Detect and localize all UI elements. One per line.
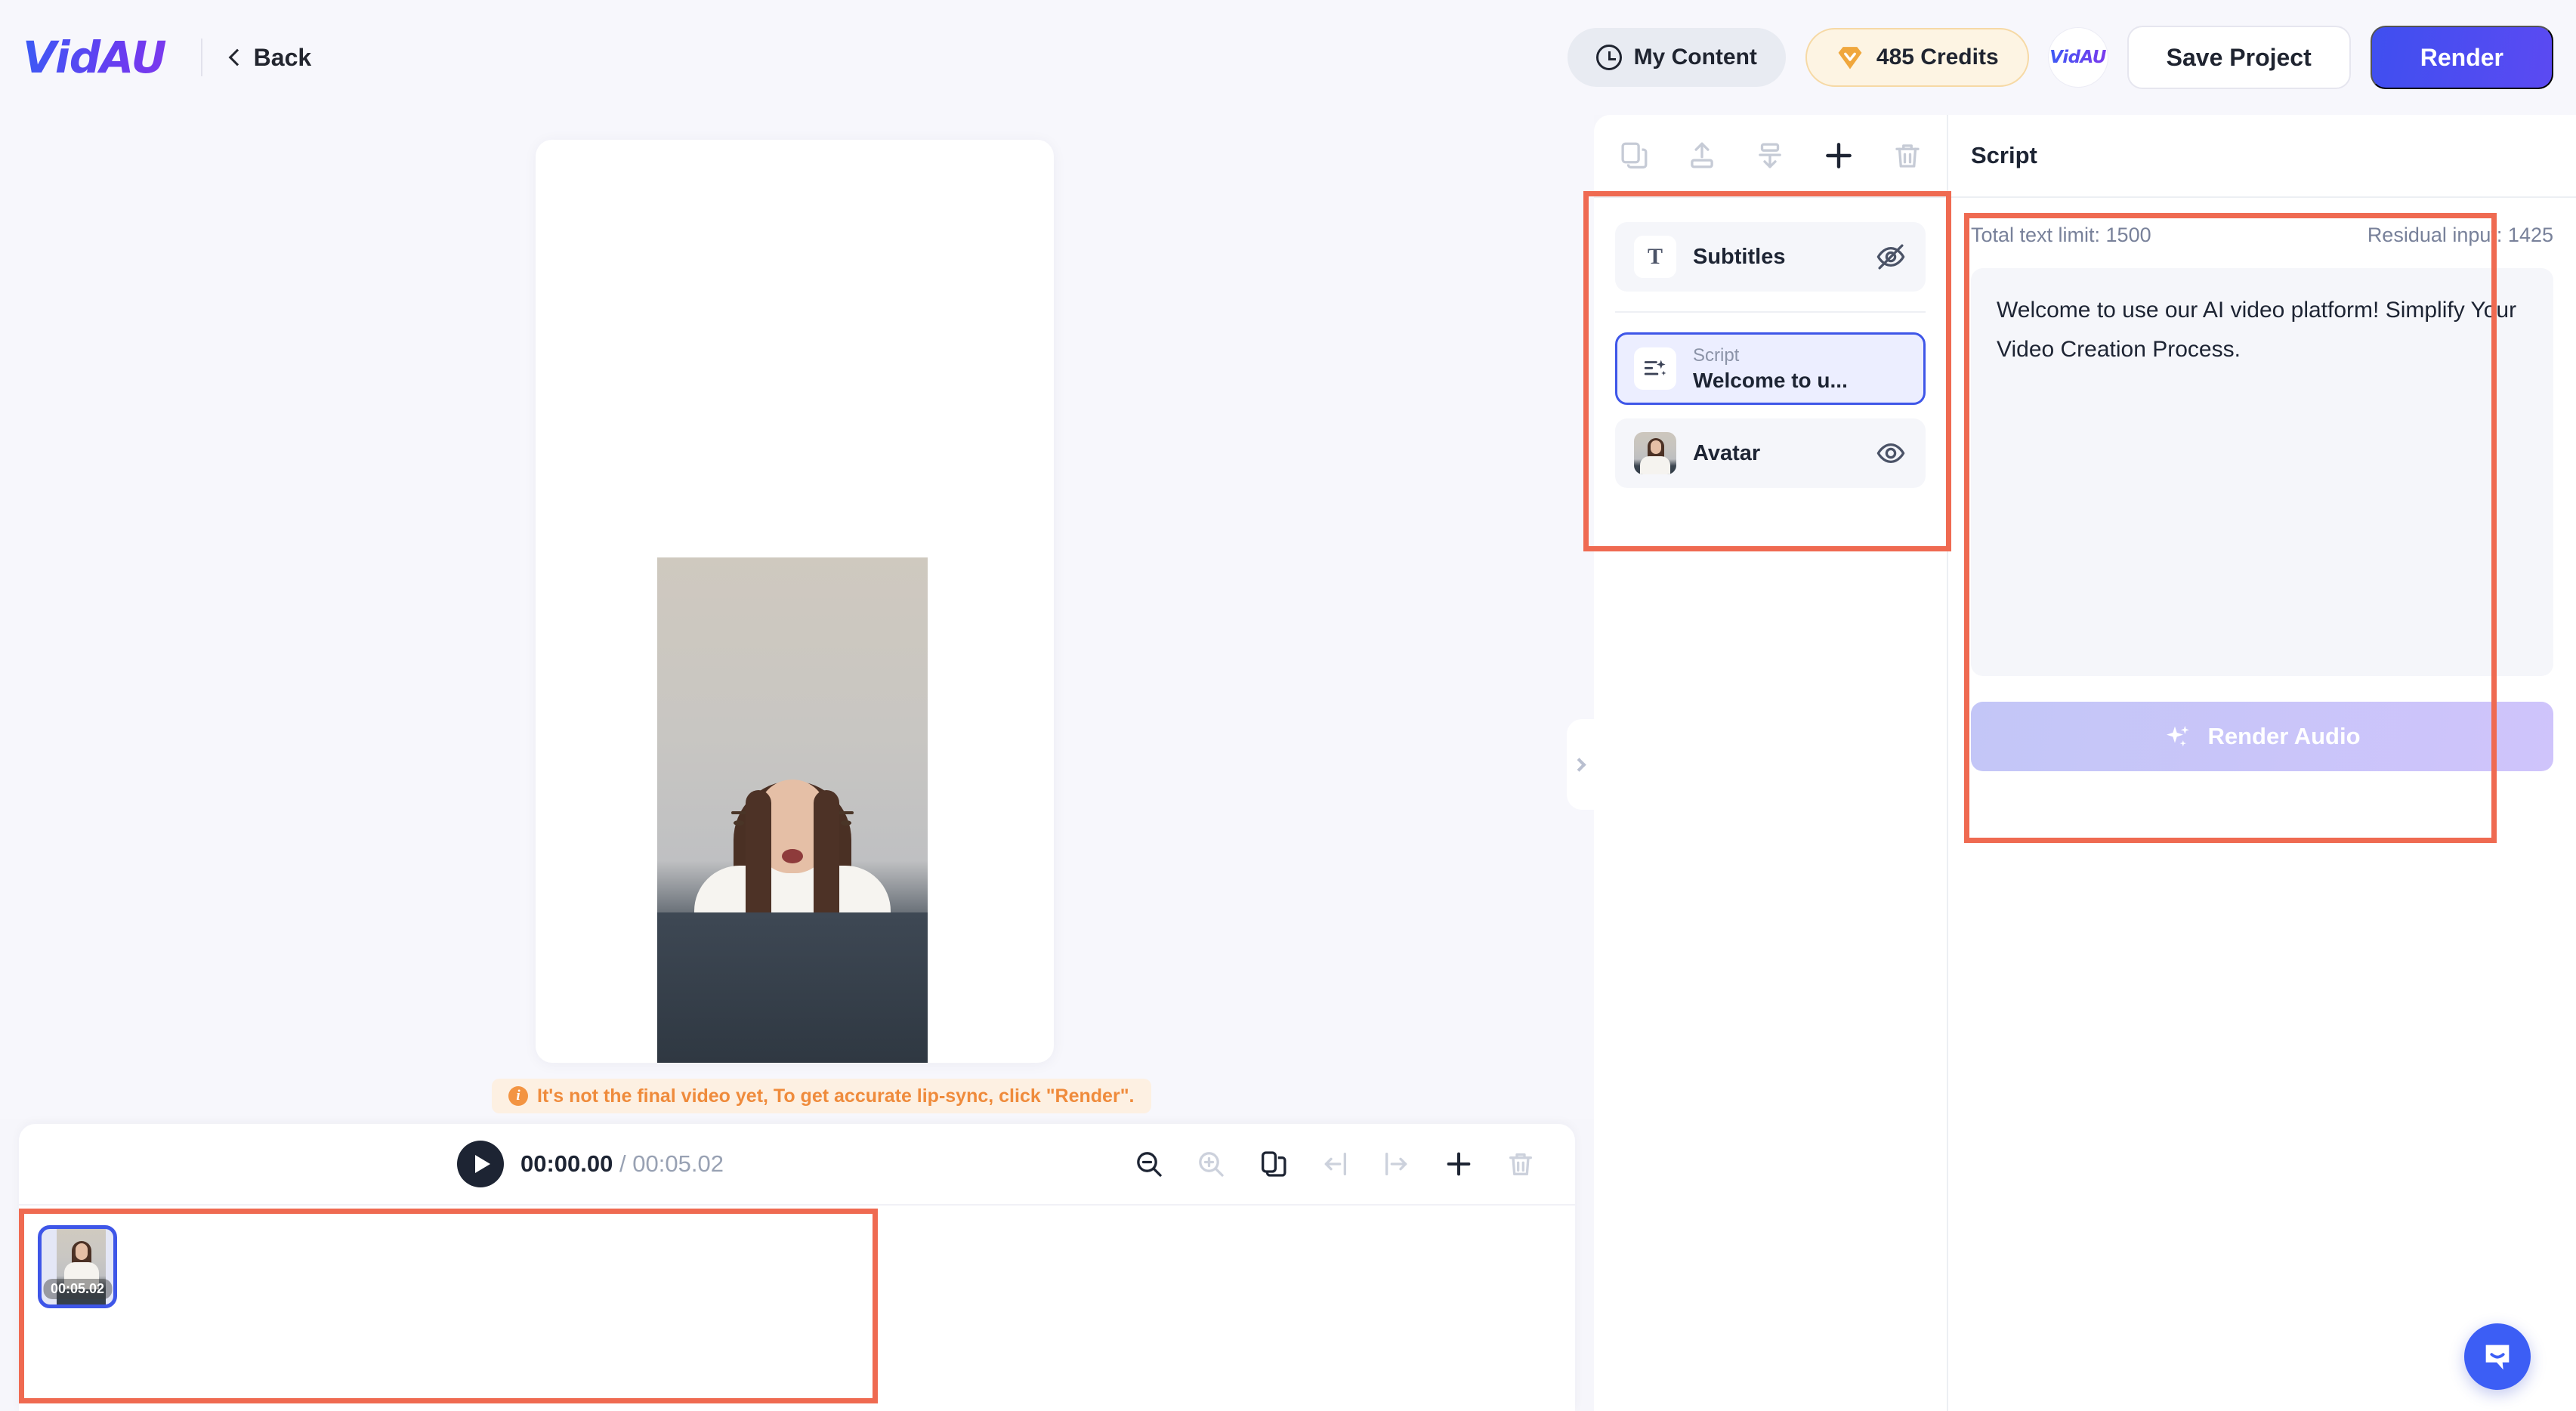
clip-duration-badge: 00:05.02 — [42, 1279, 113, 1299]
clock-icon — [1595, 45, 1622, 70]
back-button-label: Back — [253, 43, 312, 71]
layer-name-avatar: Avatar — [1693, 440, 1761, 465]
chat-support-button[interactable] — [2464, 1323, 2531, 1390]
script-sparkle-icon — [1634, 347, 1676, 390]
collapse-panel-handle[interactable] — [1567, 719, 1594, 810]
avatar-desk — [657, 912, 928, 1063]
text-T-icon: T — [1634, 236, 1676, 278]
avatar-brow-right — [839, 810, 854, 814]
gem-icon — [1838, 47, 1862, 69]
script-panel: Script Total text limit: 1500 Residual i… — [1947, 115, 2576, 1411]
header-actions: My Content 485 Credits VidAU Save Projec… — [1567, 26, 2553, 89]
current-time: 00:00.00 — [520, 1150, 613, 1177]
timeline-clip[interactable]: 00:05.02 — [38, 1225, 117, 1308]
split-clip-icon[interactable] — [1258, 1149, 1288, 1179]
thumb-face — [1651, 440, 1661, 454]
layer-name-script: Welcome to u... — [1693, 368, 1848, 392]
duplicate-icon[interactable] — [1618, 140, 1650, 171]
add-layer-icon[interactable] — [1822, 139, 1855, 172]
script-panel-title: Script — [1971, 142, 2037, 168]
lipsync-warning-banner: i It's not the final video yet, To get a… — [492, 1079, 1151, 1113]
layer-item-avatar[interactable]: Avatar — [1615, 418, 1926, 488]
timeline-panel: 00:00.00 / 00:05.02 00:05.02 — [19, 1124, 1575, 1411]
avatar-mouth — [782, 848, 803, 863]
save-project-button[interactable]: Save Project — [2127, 26, 2351, 89]
bring-to-front-icon[interactable] — [1686, 140, 1718, 171]
credits-label: 485 Credits — [1876, 45, 1999, 69]
play-button[interactable] — [457, 1141, 504, 1187]
eye-off-icon[interactable] — [1875, 241, 1907, 273]
my-content-button[interactable]: My Content — [1567, 28, 1786, 87]
layer-item-subtitles[interactable]: T Subtitles — [1615, 222, 1926, 292]
timeline-tools — [1134, 1149, 1536, 1179]
residual-input-label: Residual input: 1425 — [2367, 224, 2553, 246]
layers-divider — [1615, 311, 1926, 313]
timecode-display: 00:00.00 / 00:05.02 — [520, 1150, 724, 1178]
avatar-thumbnail — [1634, 432, 1676, 474]
render-audio-label: Render Audio — [2207, 723, 2361, 749]
layer-text-block: Script Welcome to u... — [1693, 344, 1907, 394]
header-divider — [200, 39, 202, 76]
avatar-brow-left — [731, 810, 746, 814]
total-time: 00:05.02 — [632, 1150, 724, 1177]
script-input[interactable]: Welcome to use our AI video platform! Si… — [1971, 268, 2553, 676]
app-logo[interactable]: VidAU — [23, 36, 167, 79]
trim-left-icon[interactable] — [1320, 1149, 1350, 1179]
info-circle-icon: i — [508, 1086, 528, 1106]
canvas-workspace: i It's not the final video yet, To get a… — [0, 115, 1594, 1119]
timeline-tracks[interactable]: 00:05.02 — [19, 1206, 1575, 1411]
chat-bubble-icon — [2485, 1345, 2510, 1370]
layers-list: T Subtitles Script Welcome to u... Avata… — [1594, 198, 1947, 488]
trim-right-icon[interactable] — [1382, 1149, 1412, 1179]
credits-badge[interactable]: 485 Credits — [1805, 28, 2029, 87]
time-separator: / — [619, 1150, 626, 1177]
avatar-eye-right — [841, 820, 851, 826]
lipsync-warning-text: It's not the final video yet, To get acc… — [537, 1085, 1135, 1107]
layers-panel: T Subtitles Script Welcome to u... Avata… — [1594, 115, 1947, 1411]
brand-badge-button[interactable]: VidAU — [2048, 28, 2108, 87]
layer-name-subtitles: Subtitles — [1693, 244, 1786, 269]
layers-toolbar — [1594, 115, 1947, 198]
thumb-shirt — [1640, 456, 1670, 474]
play-icon — [474, 1155, 490, 1173]
send-to-back-icon[interactable] — [1754, 140, 1786, 171]
timeline-toolbar: 00:00.00 / 00:05.02 — [19, 1124, 1575, 1206]
delete-layer-icon[interactable] — [1892, 140, 1923, 171]
layer-kind-script: Script — [1693, 344, 1740, 366]
script-panel-body: Total text limit: 1500 Residual input: 1… — [1948, 198, 2576, 771]
clip-avatar-face — [76, 1243, 88, 1260]
layer-item-script[interactable]: Script Welcome to u... — [1615, 332, 1926, 405]
right-sidebar: T Subtitles Script Welcome to u... Avata… — [1567, 115, 2576, 1411]
eye-icon[interactable] — [1875, 437, 1907, 469]
brand-badge-label: VidAU — [2049, 48, 2106, 67]
top-header-bar: VidAU Back My Content 485 Credits VidAU … — [0, 0, 2576, 115]
video-canvas[interactable] — [536, 140, 1054, 1063]
back-button[interactable]: Back — [228, 43, 312, 72]
add-clip-icon[interactable] — [1444, 1149, 1474, 1179]
my-content-label: My Content — [1633, 45, 1757, 69]
script-panel-header: Script — [1948, 115, 2576, 198]
script-limits-row: Total text limit: 1500 Residual input: 1… — [1971, 224, 2553, 247]
render-button[interactable]: Render — [2370, 26, 2553, 89]
layer-text-block: Avatar — [1693, 441, 1858, 466]
avatar-video-preview[interactable] — [657, 557, 928, 1063]
zoom-in-icon[interactable] — [1196, 1149, 1226, 1179]
delete-clip-icon[interactable] — [1506, 1149, 1536, 1179]
avatar-eye-left — [734, 820, 744, 826]
render-audio-button[interactable]: Render Audio — [1971, 702, 2553, 771]
layer-text-block: Subtitles — [1693, 245, 1858, 270]
app-root: VidAU Back My Content 485 Credits VidAU … — [0, 0, 2576, 1411]
chevron-right-icon — [1571, 757, 1586, 772]
zoom-out-icon[interactable] — [1134, 1149, 1164, 1179]
chevron-left-icon — [228, 48, 246, 66]
sparkles-icon — [2167, 725, 2190, 747]
total-text-limit-label: Total text limit: 1500 — [1971, 224, 2151, 246]
